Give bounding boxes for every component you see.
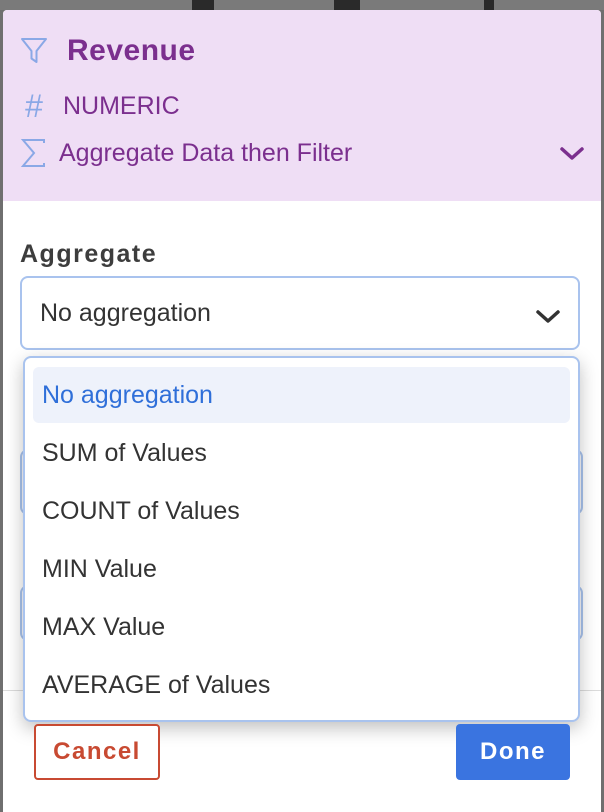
field-title-row: Revenue (19, 34, 196, 68)
field-type: NUMERIC (63, 92, 180, 120)
toolbar-icon-fragment (334, 0, 360, 10)
toolbar-icon-fragment (192, 0, 214, 10)
filter-panel: Revenue # NUMERIC Aggregate Data then Fi… (3, 10, 601, 812)
option-max[interactable]: MAX Value (33, 599, 570, 655)
aggregate-select[interactable]: No aggregation (20, 276, 580, 350)
aggregate-options-list: No aggregation SUM of Values COUNT of Va… (23, 356, 580, 722)
toolbar-icon-fragment (484, 0, 494, 10)
cancel-button[interactable]: Cancel (34, 724, 160, 780)
filter-mode: Aggregate Data then Filter (59, 138, 353, 167)
filter-icon (19, 36, 49, 66)
chevron-down-icon[interactable] (557, 144, 587, 164)
aggregate-label: Aggregate (20, 240, 158, 268)
chevron-down-icon (534, 304, 562, 323)
done-button[interactable]: Done (456, 724, 570, 780)
field-name: Revenue (67, 34, 196, 67)
option-count[interactable]: COUNT of Values (33, 483, 570, 539)
option-sum[interactable]: SUM of Values (33, 425, 570, 481)
filter-mode-row[interactable]: Aggregate Data then Filter (19, 138, 352, 168)
option-min[interactable]: MIN Value (33, 541, 570, 597)
filter-header: Revenue # NUMERIC Aggregate Data then Fi… (3, 10, 601, 201)
background-toolbar-strip (0, 0, 604, 10)
option-average[interactable]: AVERAGE of Values (33, 657, 570, 713)
option-no-aggregation[interactable]: No aggregation (33, 367, 570, 423)
aggregate-selected-value: No aggregation (40, 298, 211, 327)
field-type-row: # NUMERIC (19, 88, 180, 125)
hash-icon: # (25, 88, 43, 124)
sigma-icon (19, 138, 49, 168)
